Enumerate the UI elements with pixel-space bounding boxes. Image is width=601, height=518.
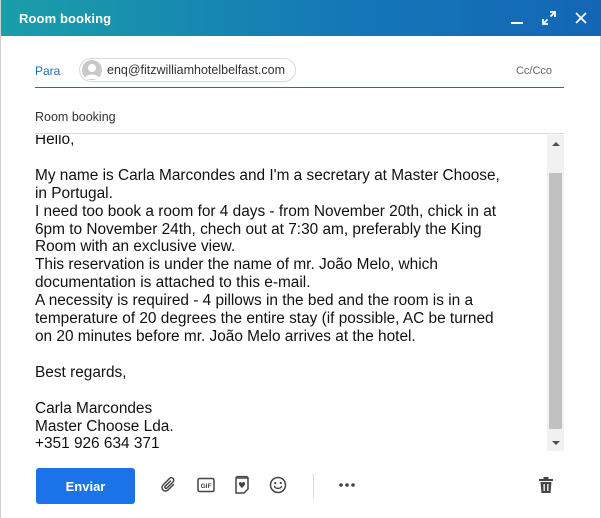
subject-text: Room booking <box>35 109 116 124</box>
recipients-row[interactable]: Para enq@fitzwilliamhotelbelfast.com Cc/… <box>35 55 564 88</box>
svg-text:GIF: GIF <box>201 483 212 490</box>
to-label: Para <box>35 64 61 78</box>
recipient-email: enq@fitzwilliamhotelbelfast.com <box>107 63 286 77</box>
cc-bcc-link[interactable]: Cc/Cco <box>516 65 552 77</box>
message-body-text: Hello, My name is Carla Marcondes and I'… <box>35 135 500 451</box>
window-title: Room booking <box>19 10 112 26</box>
scroll-up-icon[interactable] <box>547 135 564 152</box>
sticker-icon[interactable] <box>231 474 253 496</box>
close-icon[interactable] <box>572 8 590 28</box>
avatar <box>82 60 102 80</box>
emoji-icon[interactable] <box>267 474 289 496</box>
window-controls <box>508 8 590 28</box>
toolbar-divider <box>313 474 314 498</box>
recipient-chip[interactable]: enq@fitzwilliamhotelbelfast.com <box>79 58 297 82</box>
send-button[interactable]: Enviar <box>36 468 135 504</box>
minimize-icon[interactable] <box>508 8 526 28</box>
gif-icon[interactable]: GIF <box>195 474 217 496</box>
scrollbar[interactable] <box>547 135 564 451</box>
scrollbar-thumb[interactable] <box>549 173 562 429</box>
trash-icon[interactable] <box>535 474 557 496</box>
more-icon[interactable] <box>336 474 358 496</box>
title-bar: Room booking <box>1 0 601 36</box>
scroll-down-icon[interactable] <box>547 434 564 451</box>
fullscreen-icon[interactable] <box>540 8 558 28</box>
attach-icon[interactable] <box>159 474 181 496</box>
compose-window: Room booking Para enq@fitzwilliamhotelbe… <box>0 0 601 518</box>
message-body[interactable]: Hello, My name is Carla Marcondes and I'… <box>35 135 547 451</box>
compose-footer: Enviar GIF <box>1 452 601 518</box>
subject-field[interactable]: Room booking <box>35 100 564 134</box>
